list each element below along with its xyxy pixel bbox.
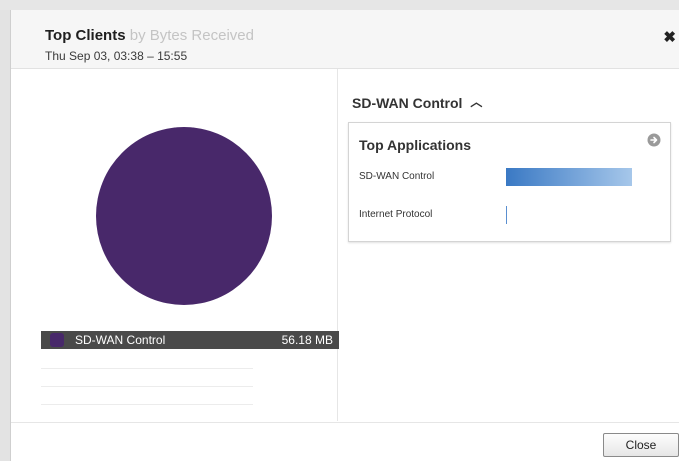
card-title: Top Applications <box>359 137 471 153</box>
pie-slice-sd-wan-control[interactable] <box>96 127 272 305</box>
legend-swatch <box>50 333 64 347</box>
dialog-footer: Close <box>11 422 679 462</box>
window-left-strip <box>0 10 10 461</box>
clients-pane: SD-WAN Control 56.18 MB <box>11 69 339 421</box>
legend-value: 56.18 MB <box>281 333 333 347</box>
app-label-internet-protocol[interactable]: Internet Protocol <box>359 209 432 220</box>
detail-title[interactable]: SD-WAN Control ︿ <box>352 93 482 111</box>
detail-title-label: SD-WAN Control <box>352 95 463 111</box>
legend-label: SD-WAN Control <box>75 333 166 347</box>
legend-empty-row <box>41 404 253 405</box>
clients-pie-chart[interactable] <box>96 127 272 305</box>
app-bar-sd-wan-control[interactable] <box>506 168 632 186</box>
dialog-title-main: Top Clients <box>45 27 126 44</box>
legend-row-sd-wan-control[interactable]: SD-WAN Control 56.18 MB <box>41 331 339 349</box>
legend-empty-row <box>41 386 253 387</box>
dialog-header: Top Clients by Bytes Received Thu Sep 03… <box>11 10 679 69</box>
app-label-sd-wan-control[interactable]: SD-WAN Control <box>359 171 434 182</box>
date-range: Thu Sep 03, 03:38 – 15:55 <box>45 49 188 63</box>
dialog-title: Top Clients by Bytes Received <box>45 27 254 44</box>
window-top-strip <box>0 0 679 10</box>
client-detail-pane: SD-WAN Control ︿ Top Applications SD-WAN… <box>338 69 679 421</box>
legend-empty-row <box>41 368 253 369</box>
close-button[interactable]: Close <box>603 433 679 457</box>
app-bar-track <box>506 206 636 224</box>
top-applications-card: Top Applications SD-WAN Control Internet… <box>348 122 671 242</box>
dialog-title-sub: by Bytes Received <box>129 27 254 44</box>
chevron-up-icon[interactable]: ︿ <box>470 93 482 110</box>
app-bar-internet-protocol[interactable] <box>506 206 507 224</box>
circle-arrow-right-icon[interactable] <box>647 133 661 147</box>
close-icon[interactable]: ✖ <box>663 28 676 46</box>
top-clients-dialog: Top Clients by Bytes Received Thu Sep 03… <box>10 10 679 462</box>
app-bar-track <box>506 168 636 186</box>
